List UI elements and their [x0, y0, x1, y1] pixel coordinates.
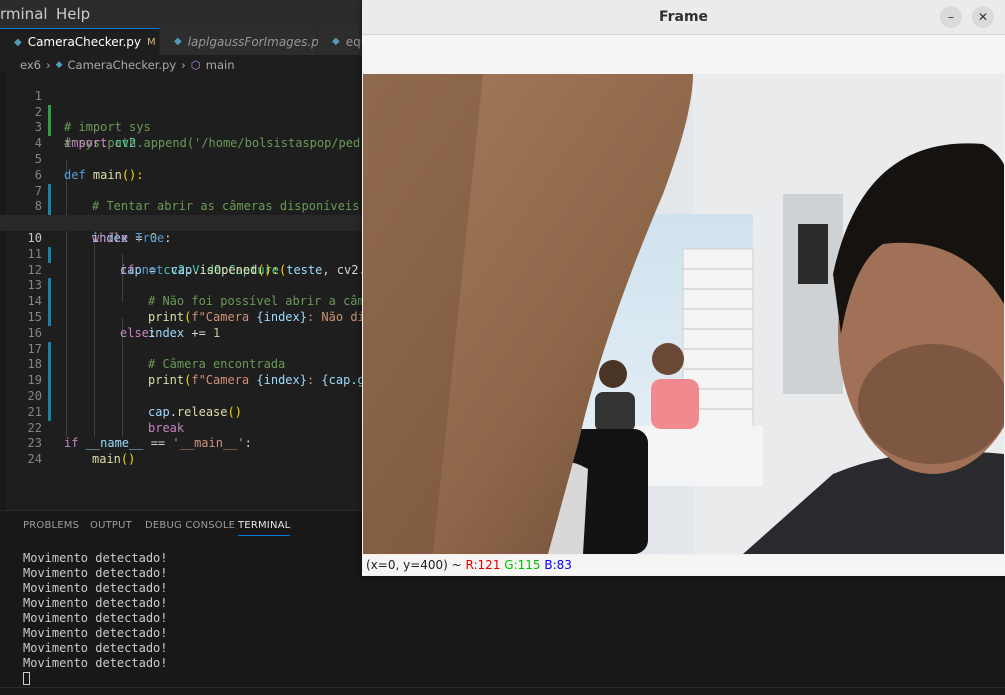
- function-name: main: [92, 452, 121, 467]
- tab-terminal[interactable]: TERMINAL: [238, 520, 291, 536]
- camera-frame-image[interactable]: [363, 74, 1004, 554]
- menu-terminal[interactable]: rminal: [0, 5, 48, 23]
- minimize-button[interactable]: –: [940, 6, 962, 28]
- line-number: 24: [27, 452, 42, 467]
- terminal-line: Movimento detectado!: [23, 596, 168, 610]
- terminal-line: Movimento detectado!: [23, 656, 168, 670]
- frame-pixel-status: (x=0, y=400) ~ R:121 G:115 B:83: [362, 555, 1005, 575]
- tab-label: CameraChecker.py: [27, 35, 142, 49]
- breadcrumb-file[interactable]: CameraChecker.py: [68, 58, 177, 72]
- pixel-green-value: G:115: [504, 558, 541, 572]
- python-file-icon: ◆: [332, 36, 340, 47]
- symbol-method-icon: ⬡: [190, 58, 201, 72]
- terminal-cursor: [23, 672, 30, 685]
- punctuation: (): [120, 452, 136, 467]
- tab-laplgauss[interactable]: ◆ laplgaussForImages.py: [160, 28, 326, 55]
- chevron-right-icon: ›: [46, 58, 51, 72]
- close-button[interactable]: ✕: [972, 6, 994, 28]
- breadcrumb-folder[interactable]: ex6: [20, 58, 41, 72]
- terminal-line: Movimento detectado!: [23, 626, 168, 640]
- terminal-line: Movimento detectado!: [23, 611, 168, 625]
- tab-debug-console[interactable]: DEBUG CONSOLE: [145, 520, 235, 531]
- terminal-output[interactable]: Movimento detectado! Movimento detectado!…: [23, 551, 168, 686]
- python-file-icon: ◆: [14, 36, 22, 48]
- frame-window[interactable]: Frame – ✕ (x=0, y=400) ~ R:121 G:115 B:8…: [362, 0, 1005, 576]
- pixel-coords: (x=0, y=400) ~: [366, 558, 466, 572]
- tab-output[interactable]: OUTPUT: [90, 520, 132, 531]
- pixel-red-value: R:121: [465, 558, 501, 572]
- terminal-line: Movimento detectado!: [23, 551, 168, 565]
- frame-title: Frame: [658, 9, 709, 25]
- camera-scene: [363, 74, 1004, 554]
- python-file-icon: ◆: [55, 60, 63, 70]
- tab-label: laplgaussForImages.py: [187, 34, 326, 49]
- chevron-right-icon: ›: [181, 58, 186, 72]
- tab-camerachecker[interactable]: ◆ CameraChecker.py M ✕: [0, 28, 173, 55]
- tab-problems[interactable]: PROBLEMS: [23, 520, 79, 531]
- terminal-line: Movimento detectado!: [23, 581, 168, 595]
- pixel-blue-value: B:83: [544, 558, 572, 572]
- terminal-line: Movimento detectado!: [23, 641, 168, 655]
- python-file-icon: ◆: [174, 36, 182, 47]
- menu-help[interactable]: Help: [56, 5, 90, 23]
- breadcrumb-symbol[interactable]: main: [206, 58, 235, 72]
- terminal-line: Movimento detectado!: [23, 566, 168, 580]
- frame-toolbar: [362, 35, 1005, 74]
- frame-titlebar[interactable]: Frame – ✕: [362, 0, 1005, 35]
- modified-badge: M: [147, 36, 156, 48]
